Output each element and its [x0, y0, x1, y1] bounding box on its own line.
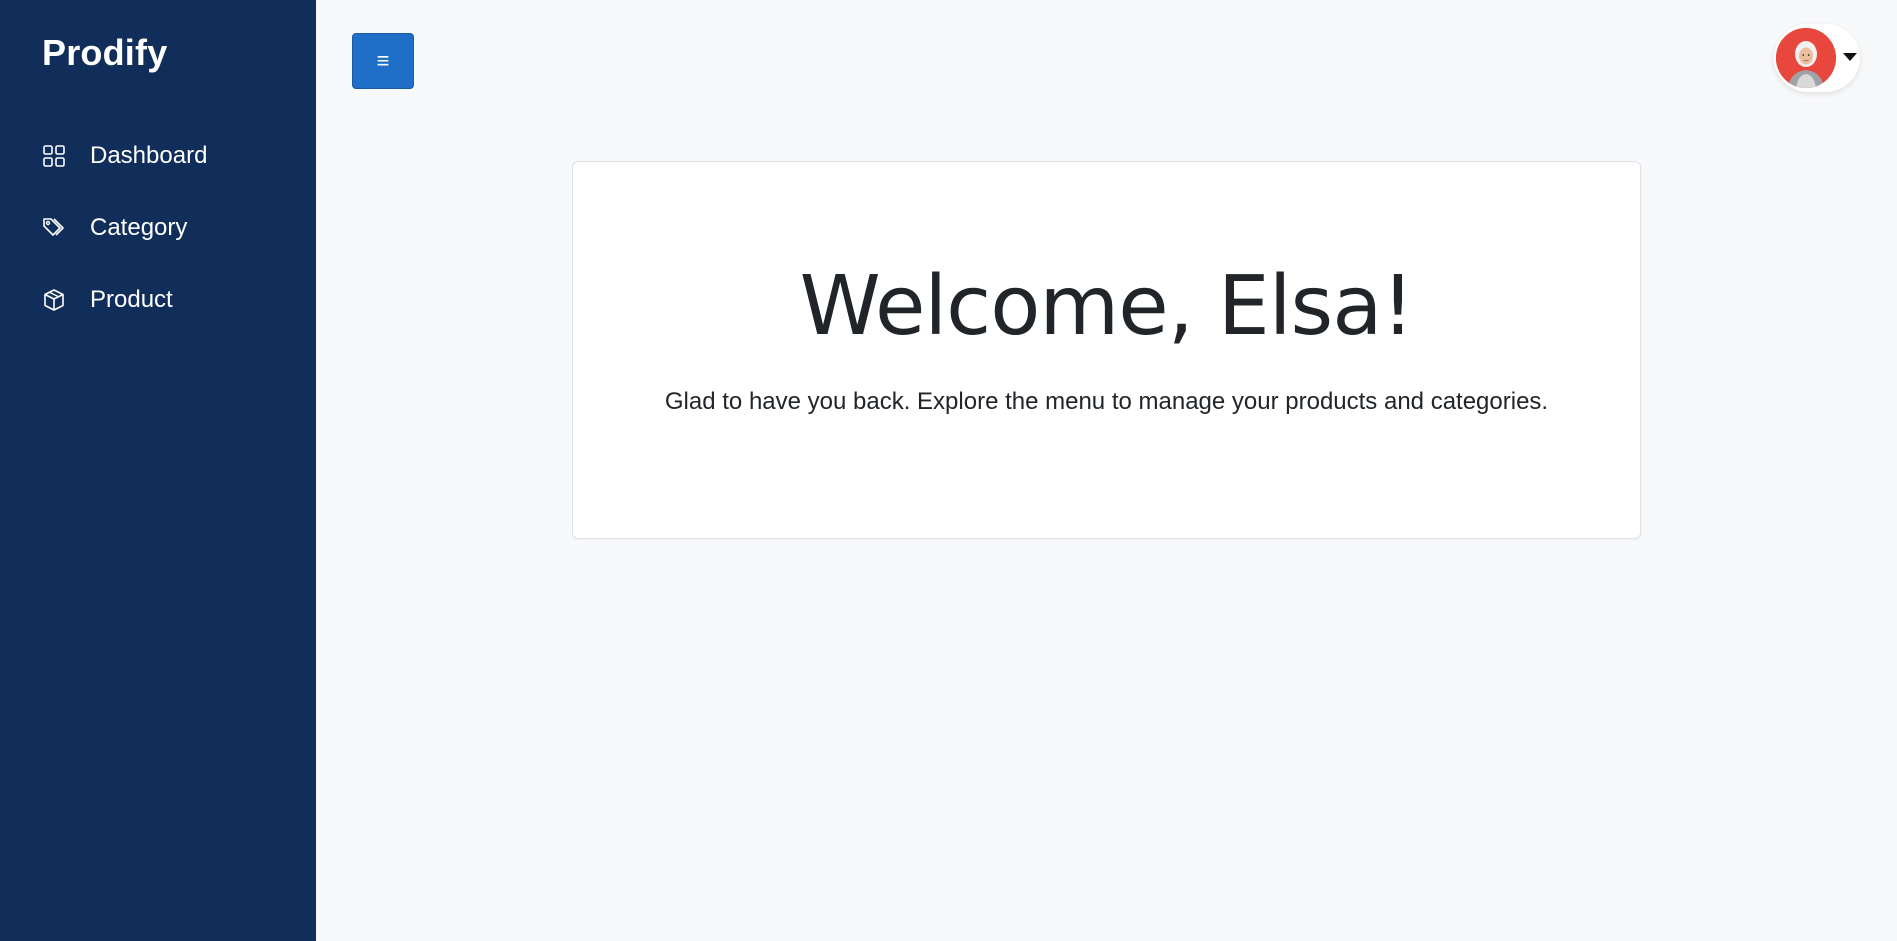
app-layout: Prodify Dashboard Category Product ≡ Wel…	[0, 0, 1897, 941]
dashboard-grid-icon	[42, 144, 66, 168]
box-icon	[42, 288, 66, 312]
welcome-card: Welcome, Elsa! Glad to have you back. Ex…	[572, 161, 1641, 539]
sidebar-item-dashboard[interactable]: Dashboard	[42, 136, 207, 176]
sidebar-item-label: Dashboard	[90, 142, 208, 169]
brand-logo[interactable]: Prodify	[42, 32, 167, 74]
profile-menu[interactable]	[1774, 24, 1860, 92]
welcome-subtitle: Glad to have you back. Explore the menu …	[664, 388, 1549, 415]
sidebar: Prodify Dashboard Category Product	[0, 0, 316, 941]
menu-toggle-button[interactable]: ≡	[352, 33, 414, 89]
tag-icon	[42, 216, 66, 240]
sidebar-item-category[interactable]: Category	[42, 208, 187, 248]
sidebar-item-label: Product	[90, 286, 173, 313]
sidebar-item-product[interactable]: Product	[42, 280, 173, 320]
user-avatar-icon	[1776, 28, 1836, 88]
welcome-title: Welcome, Elsa!	[799, 259, 1415, 354]
sidebar-item-label: Category	[90, 214, 188, 241]
caret-down-icon[interactable]	[1843, 53, 1857, 61]
avatar[interactable]	[1776, 28, 1836, 88]
